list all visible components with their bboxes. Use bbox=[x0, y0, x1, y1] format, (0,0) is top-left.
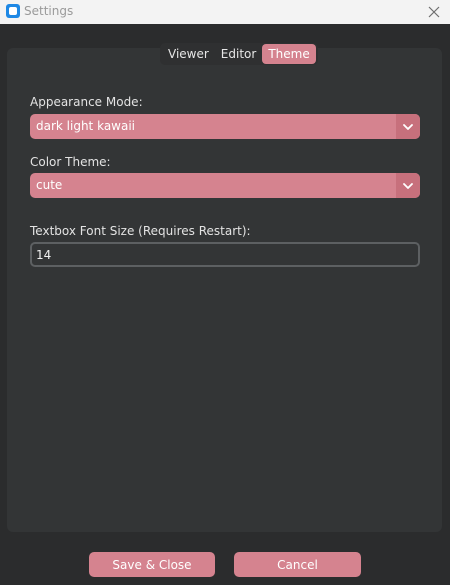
appearance-mode-dropdown-button[interactable] bbox=[396, 114, 420, 139]
tab-bar: Viewer Editor Theme bbox=[160, 43, 318, 65]
chevron-down-icon bbox=[403, 123, 413, 130]
settings-window: Settings Viewer Editor Theme Appearance … bbox=[0, 0, 450, 585]
tab-editor[interactable]: Editor bbox=[215, 44, 263, 64]
appearance-mode-value: dark light kawaii bbox=[36, 119, 136, 133]
tab-theme[interactable]: Theme bbox=[262, 44, 316, 64]
tab-viewer[interactable]: Viewer bbox=[162, 44, 215, 64]
save-close-button[interactable]: Save & Close bbox=[89, 552, 215, 577]
title-bar: Settings bbox=[0, 0, 450, 24]
close-icon bbox=[428, 6, 440, 18]
font-size-field-frame bbox=[30, 242, 420, 267]
window-title: Settings bbox=[24, 4, 74, 18]
color-theme-value: cute bbox=[36, 178, 63, 192]
close-button[interactable] bbox=[424, 2, 444, 22]
color-theme-label: Color Theme: bbox=[30, 155, 111, 169]
appearance-mode-select[interactable]: dark light kawaii bbox=[30, 114, 420, 139]
font-size-label: Textbox Font Size (Requires Restart): bbox=[30, 224, 251, 238]
font-size-input[interactable] bbox=[32, 247, 406, 262]
color-theme-select[interactable]: cute bbox=[30, 173, 420, 198]
appearance-mode-label: Appearance Mode: bbox=[30, 95, 143, 109]
cancel-button[interactable]: Cancel bbox=[234, 552, 361, 577]
chevron-down-icon bbox=[403, 182, 413, 189]
color-theme-dropdown-button[interactable] bbox=[396, 173, 420, 198]
app-icon bbox=[6, 4, 20, 18]
